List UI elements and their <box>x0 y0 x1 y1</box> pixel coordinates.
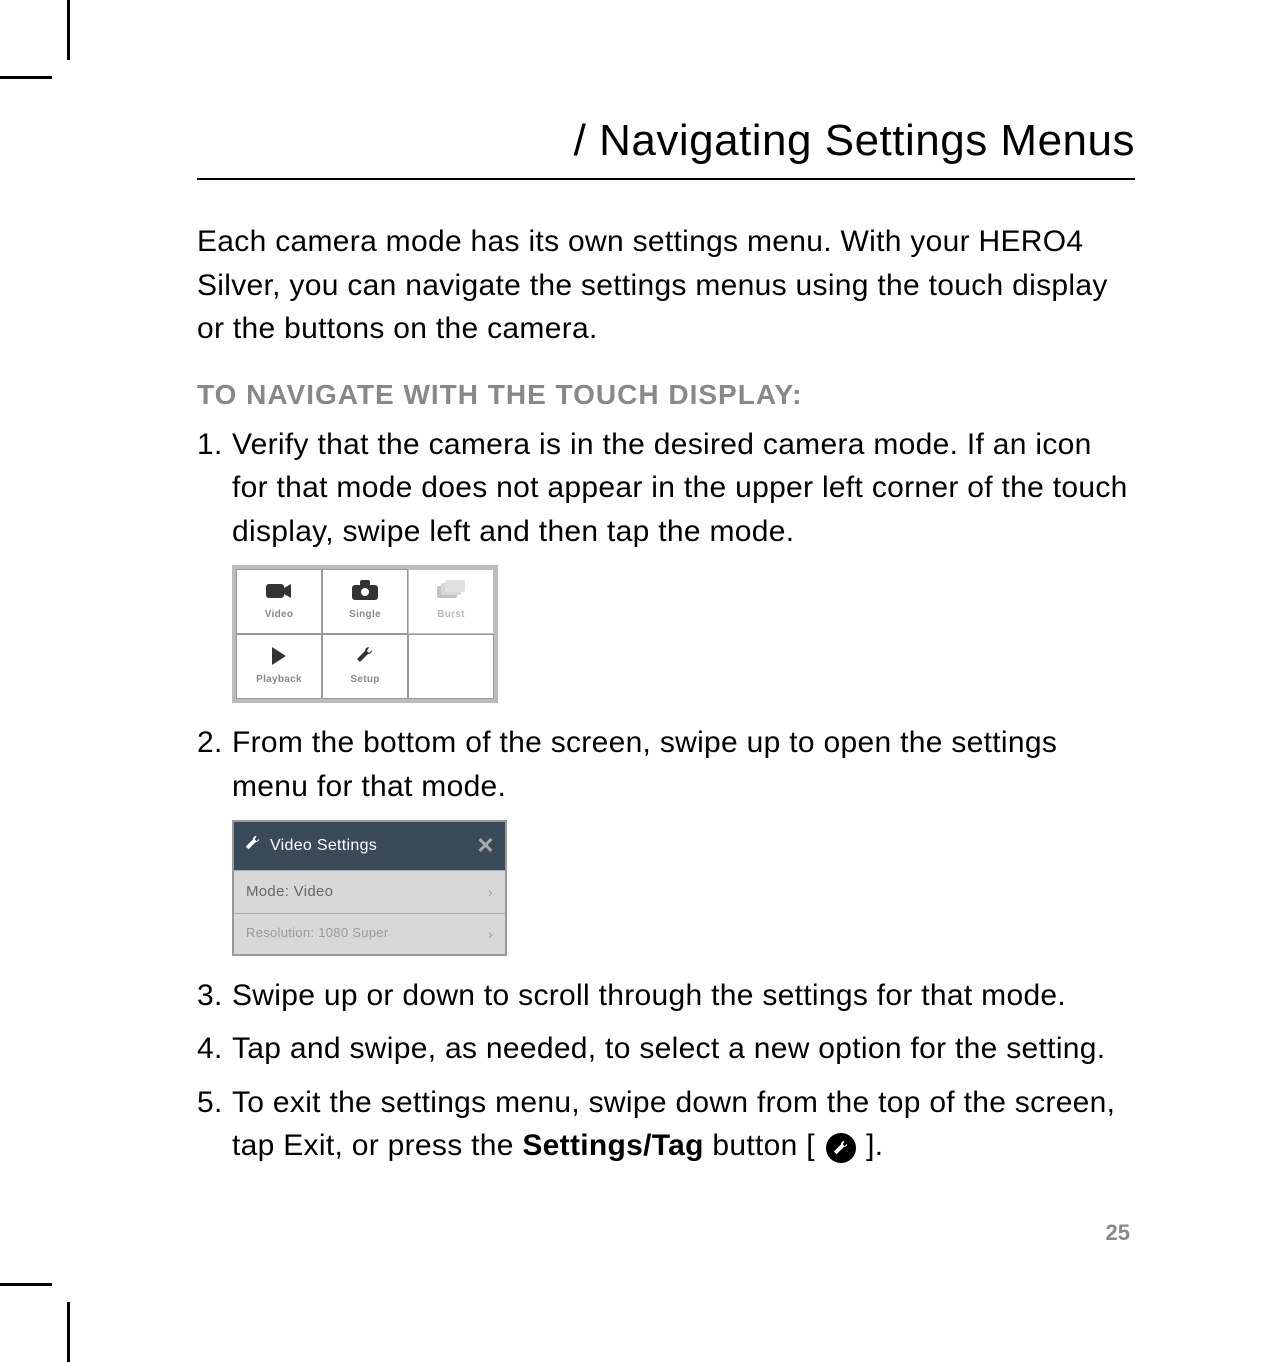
mode-grid: Video Single Burst <box>232 565 498 703</box>
mode-label: Playback <box>256 673 302 688</box>
camera-icon <box>352 580 378 605</box>
page-number: 25 <box>1106 1220 1130 1246</box>
wrench-icon <box>355 645 375 670</box>
crop-mark <box>0 76 52 79</box>
settings-row-resolution: Resolution: 1080 Super › <box>234 913 505 954</box>
video-icon <box>266 581 292 605</box>
settings-row-label: Resolution: 1080 Super <box>246 924 388 943</box>
section-heading: TO NAVIGATE WITH THE TOUCH DISPLAY: <box>197 379 1135 411</box>
mode-label: Setup <box>350 673 379 688</box>
step-text: From the bottom of the screen, swipe up … <box>232 726 1057 803</box>
step-number: 2. <box>197 721 223 765</box>
mode-row: Playback Setup <box>236 634 494 699</box>
step-1: 1. Verify that the camera is in the desi… <box>232 423 1135 704</box>
mode-cell-video: Video <box>236 569 322 634</box>
step-4: 4. Tap and swipe, as needed, to select a… <box>232 1027 1135 1071</box>
mode-label: Video <box>265 608 294 623</box>
settings-tag-label: Settings/Tag <box>522 1129 703 1162</box>
settings-row-label: Mode: Video <box>246 881 333 903</box>
settings-panel: Video Settings ✕ Mode: Video › Resolutio… <box>232 820 507 956</box>
tag-button-icon <box>826 1133 856 1163</box>
mode-label: Single <box>349 608 381 623</box>
step-number: 4. <box>197 1027 223 1071</box>
page-content: / Navigating Settings Menus Each camera … <box>67 76 1225 1286</box>
settings-panel-screenshot: Video Settings ✕ Mode: Video › Resolutio… <box>232 820 1135 956</box>
step-5: 5. To exit the settings menu, swipe down… <box>232 1081 1135 1168</box>
mode-cell-single: Single <box>322 569 408 634</box>
step-number: 1. <box>197 423 223 467</box>
mode-label: Burst <box>437 608 465 623</box>
mode-row: Video Single Burst <box>236 569 494 634</box>
burst-icon <box>437 580 465 605</box>
chevron-right-icon: › <box>488 882 493 902</box>
settings-row-mode: Mode: Video › <box>234 870 505 913</box>
step-text-part: button [ <box>704 1129 824 1162</box>
crop-mark <box>0 1283 52 1286</box>
crop-mark <box>67 1302 70 1362</box>
settings-header: Video Settings ✕ <box>234 822 505 870</box>
mode-cell-burst: Burst <box>408 569 494 634</box>
mode-grid-screenshot: Video Single Burst <box>232 565 1135 703</box>
page-title: / Navigating Settings Menus <box>197 116 1135 180</box>
mode-cell-playback: Playback <box>236 634 322 699</box>
step-text: Tap and swipe, as needed, to select a ne… <box>232 1032 1105 1065</box>
mode-cell-setup: Setup <box>322 634 408 699</box>
step-text: Verify that the camera is in the desired… <box>232 428 1128 548</box>
intro-paragraph: Each camera mode has its own settings me… <box>197 220 1135 351</box>
chevron-right-icon: › <box>488 924 493 944</box>
step-number: 3. <box>197 974 223 1018</box>
settings-header-left: Video Settings <box>244 833 377 859</box>
steps-list: 1. Verify that the camera is in the desi… <box>197 423 1135 1168</box>
step-number: 5. <box>197 1081 223 1125</box>
step-2: 2. From the bottom of the screen, swipe … <box>232 721 1135 956</box>
step-text: Swipe up or down to scroll through the s… <box>232 979 1066 1012</box>
step-3: 3. Swipe up or down to scroll through th… <box>232 974 1135 1018</box>
close-icon: ✕ <box>476 830 495 862</box>
crop-mark <box>67 0 70 60</box>
wrench-icon <box>244 833 262 859</box>
mode-cell-empty <box>408 634 494 699</box>
step-text-part: ]. <box>858 1129 884 1162</box>
play-icon <box>270 646 288 670</box>
settings-title: Video Settings <box>270 834 377 857</box>
